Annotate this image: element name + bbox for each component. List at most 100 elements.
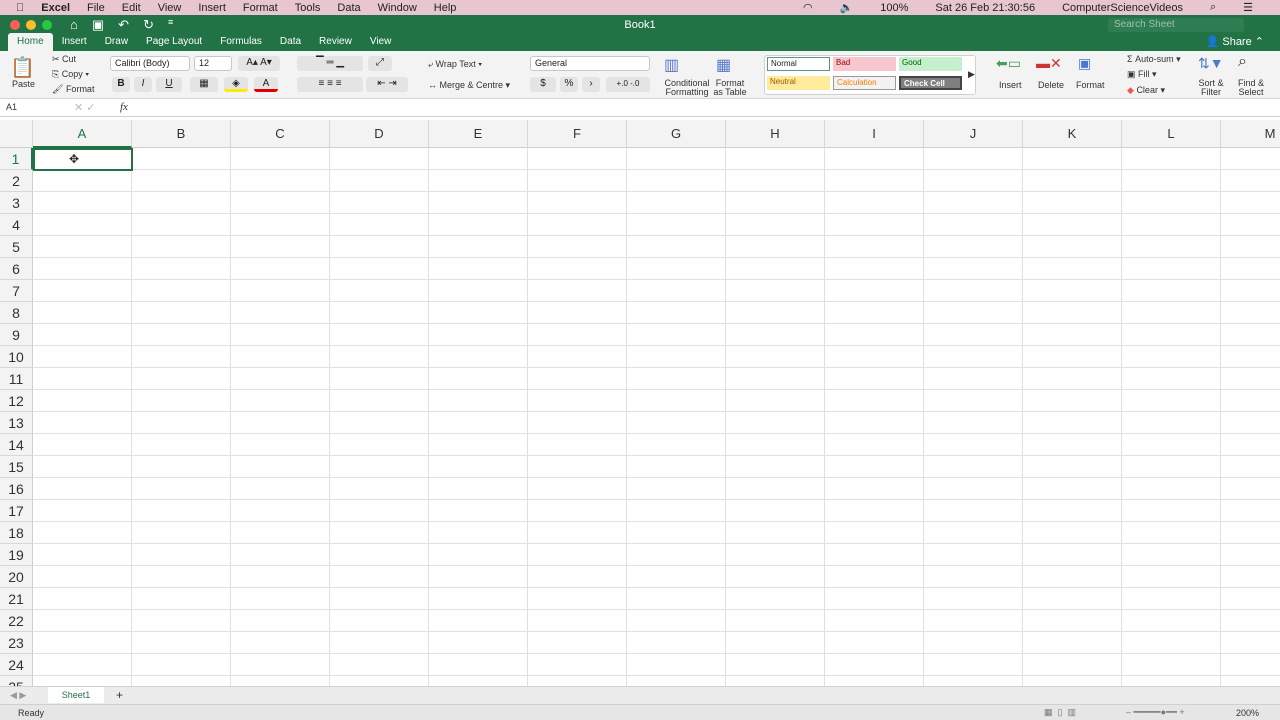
column-header-D[interactable]: D [330,120,429,148]
orientation-button[interactable]: ⤢ [368,56,392,71]
row-header-4[interactable]: 4 [0,214,33,236]
delete-cells-button[interactable]: Delete [1038,80,1064,90]
tab-draw[interactable]: Draw [96,33,137,51]
cut-button[interactable]: ✂ Cut [52,54,76,65]
row-header-16[interactable]: 16 [0,478,33,500]
format-painter-button[interactable]: 🖌 Format [52,84,94,95]
row-header-19[interactable]: 19 [0,544,33,566]
clear-button[interactable]: ◆ Clear ▾ [1127,85,1165,96]
column-header-A[interactable]: A [33,120,132,148]
column-header-J[interactable]: J [924,120,1023,148]
underline-button[interactable]: U [156,77,182,92]
worksheet-grid[interactable]: A B C D E F G H I J K L M 1 2 3 4 5 6 7 8 9 10 11 12 13 14 15 16 17 18… [0,120,1280,686]
paste-button[interactable]: Paste [12,79,35,89]
tab-formulas[interactable]: Formulas [211,33,271,51]
fill-button[interactable]: ▣ Fill ▾ [1127,69,1157,80]
clock[interactable]: Sat 26 Feb 21:30:56 [935,2,1035,14]
font-family-select[interactable]: Calibri (Body) [110,56,190,71]
menu-format[interactable]: Format [243,2,278,14]
style-calculation[interactable]: Calculation [833,76,896,90]
tab-view[interactable]: View [361,33,401,51]
row-header-1[interactable]: 1 [0,148,33,170]
row-header-14[interactable]: 14 [0,434,33,456]
column-header-F[interactable]: F [528,120,627,148]
volume-icon[interactable]: 🔈 [840,1,854,14]
row-header-24[interactable]: 24 [0,654,33,676]
add-sheet-button[interactable]: + [116,688,123,702]
battery-status[interactable]: 100% [880,2,908,14]
column-header-H[interactable]: H [726,120,825,148]
menu-window[interactable]: Window [378,2,417,14]
row-header-11[interactable]: 11 [0,368,33,390]
indent-buttons[interactable]: ⇤ ⇥ [366,77,408,92]
menu-tools[interactable]: Tools [295,2,321,14]
row-header-6[interactable]: 6 [0,258,33,280]
column-header-C[interactable]: C [231,120,330,148]
column-header-L[interactable]: L [1122,120,1221,148]
apple-icon[interactable]:  [16,2,24,14]
sheet-tab-sheet1[interactable]: Sheet1 [48,687,104,703]
insert-cells-button[interactable]: Insert [999,80,1022,90]
row-header-15[interactable]: 15 [0,456,33,478]
column-header-E[interactable]: E [429,120,528,148]
conditional-formatting-button[interactable]: Conditional Formatting [664,79,710,97]
row-header-13[interactable]: 13 [0,412,33,434]
borders-button[interactable]: ▦ [190,77,218,92]
row-header-8[interactable]: 8 [0,302,33,324]
wrap-text-button[interactable]: ⤶ Wrap Text ▾ [428,59,482,70]
row-header-12[interactable]: 12 [0,390,33,412]
autosum-button[interactable]: Σ Auto-sum ▾ [1127,54,1181,65]
row-header-7[interactable]: 7 [0,280,33,302]
formula-input[interactable] [140,102,1260,114]
style-bad[interactable]: Bad [833,57,896,71]
row-header-22[interactable]: 22 [0,610,33,632]
format-cells-button[interactable]: Format [1076,80,1105,90]
vertical-align-buttons[interactable]: ▔ ═ ▁ [297,56,363,71]
italic-button[interactable]: I [134,77,152,92]
style-check-cell[interactable]: Check Cell [899,76,962,90]
menu-app[interactable]: Excel [41,2,70,14]
tab-page-layout[interactable]: Page Layout [137,33,211,51]
format-as-table-icon[interactable]: ▦ [716,55,731,75]
row-header-17[interactable]: 17 [0,500,33,522]
tab-home[interactable]: Home [8,33,53,51]
zoom-level[interactable]: 200% [1236,708,1259,718]
copy-button[interactable]: ⎘ Copy ▾ [52,69,89,80]
row-header-21[interactable]: 21 [0,588,33,610]
selected-cell-A1[interactable]: ✥ [33,148,133,171]
number-format-select[interactable]: General [530,56,650,71]
fill-color-button[interactable]: ◈ [224,77,248,92]
column-header-I[interactable]: I [825,120,924,148]
tab-review[interactable]: Review [310,33,361,51]
find-select-icon[interactable]: ⌕ [1238,53,1247,71]
font-size-grow-shrink[interactable]: A▴ A▾ [238,56,280,71]
menu-file[interactable]: File [87,2,105,14]
conditional-formatting-icon[interactable]: ▥ [664,55,679,75]
sort-filter-icon[interactable]: ⇅▼ [1198,55,1224,72]
column-header-B[interactable]: B [132,120,231,148]
function-button[interactable]: fx [120,101,128,113]
insert-cells-icon[interactable]: ⬅▭ [996,55,1021,72]
style-good[interactable]: Good [899,57,962,71]
column-header-G[interactable]: G [627,120,726,148]
row-header-18[interactable]: 18 [0,522,33,544]
wifi-icon[interactable]: ◠ [803,1,813,14]
notification-icon[interactable]: ☰ [1243,1,1253,14]
column-header-M[interactable]: M [1221,120,1280,148]
zoom-slider[interactable]: – ━━━━━●━━ + [1126,707,1185,718]
sort-filter-button[interactable]: Sort & Filter [1196,79,1226,97]
horizontal-align-buttons[interactable]: ≡ ≡ ≡ [297,77,363,92]
cancel-icon[interactable]: ✕ ✓ [74,101,96,114]
row-header-25[interactable]: 25 [0,676,33,686]
bold-button[interactable]: B [112,77,130,92]
tab-data[interactable]: Data [271,33,310,51]
row-header-23[interactable]: 23 [0,632,33,654]
style-neutral[interactable]: Neutral [767,76,830,90]
merge-centre-button[interactable]: ↔ Merge & Centre ▾ [428,80,510,91]
format-cells-icon[interactable]: ▣ [1078,55,1091,72]
row-header-2[interactable]: 2 [0,170,33,192]
font-size-select[interactable]: 12 [194,56,232,71]
style-normal[interactable]: Normal [767,57,830,71]
row-header-20[interactable]: 20 [0,566,33,588]
view-buttons[interactable]: ▦ ▯ ▥ [1044,707,1076,718]
